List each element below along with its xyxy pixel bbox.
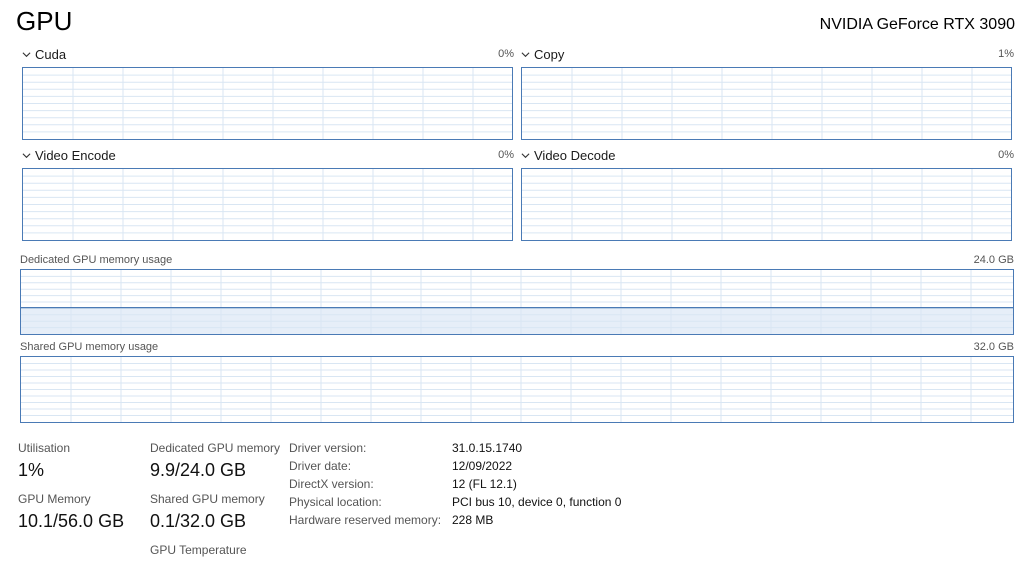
video-decode-graph <box>521 168 1012 241</box>
dedicated-memory-stat-label: Dedicated GPU memory <box>150 441 281 455</box>
info-label: Driver date: <box>289 459 352 473</box>
chevron-down-icon <box>22 153 31 159</box>
dedicated-memory-label: Dedicated GPU memory usage <box>20 254 173 266</box>
gpu-model-name: NVIDIA GeForce RTX 3090 <box>819 16 1015 33</box>
shared-memory-label: Shared GPU memory usage <box>20 341 159 353</box>
dedicated-memory-stat-value: 9.9/24.0 GB <box>150 460 247 480</box>
shared-memory-stat-value: 0.1/32.0 GB <box>150 511 247 531</box>
engine-selector-cuda[interactable]: Cuda <box>22 47 66 62</box>
driver-info-table: Driver version: 31.0.15.1740 Driver date… <box>289 441 689 541</box>
engine-label: Video Decode <box>534 148 616 163</box>
page-title: GPU <box>16 6 73 36</box>
copy-graph <box>521 67 1012 140</box>
info-value: 12/09/2022 <box>452 459 513 473</box>
utilisation-value: 1% <box>18 460 45 480</box>
cuda-graph <box>22 67 513 140</box>
info-value: 12 (FL 12.1) <box>452 477 517 491</box>
video-encode-graph <box>22 168 513 241</box>
shared-memory-max: 32.0 GB <box>973 341 1014 353</box>
engine-percent: 0% <box>498 48 514 60</box>
dedicated-memory-max: 24.0 GB <box>973 254 1014 266</box>
chevron-down-icon <box>521 52 530 58</box>
engine-selector-video-encode[interactable]: Video Encode <box>22 148 116 163</box>
graph-grid <box>522 68 1011 139</box>
info-label: Hardware reserved memory: <box>289 513 442 527</box>
chevron-down-icon <box>521 153 530 159</box>
graph-grid <box>21 357 1013 422</box>
shared-memory-stat-label: Shared GPU memory <box>150 492 265 506</box>
engine-label: Cuda <box>35 47 67 62</box>
info-value: 228 MB <box>452 513 494 527</box>
info-label: Physical location: <box>289 495 382 509</box>
shared-memory-graph <box>20 356 1014 423</box>
engine-selector-video-decode[interactable]: Video Decode <box>521 148 615 163</box>
info-value: 31.0.15.1740 <box>452 441 523 455</box>
engine-percent: 0% <box>498 149 514 161</box>
engine-label: Video Encode <box>35 148 116 163</box>
info-value: PCI bus 10, device 0, function 0 <box>452 495 622 509</box>
engine-percent: 1% <box>998 48 1014 60</box>
engine-percent: 0% <box>998 149 1014 161</box>
dedicated-memory-graph <box>20 269 1014 335</box>
graph-grid <box>522 169 1011 240</box>
graph-grid <box>21 270 1013 334</box>
gpu-temperature-label: GPU Temperature <box>150 543 247 557</box>
info-label: Driver version: <box>289 441 367 455</box>
gpu-memory-label: GPU Memory <box>18 492 91 506</box>
utilisation-label: Utilisation <box>18 441 71 455</box>
gpu-memory-value: 10.1/56.0 GB <box>18 511 125 531</box>
graph-grid <box>23 68 512 139</box>
engine-selector-copy[interactable]: Copy <box>521 47 564 62</box>
engine-label: Copy <box>534 47 565 62</box>
graph-grid <box>23 169 512 240</box>
info-label: DirectX version: <box>289 477 374 491</box>
chevron-down-icon <box>22 52 31 58</box>
